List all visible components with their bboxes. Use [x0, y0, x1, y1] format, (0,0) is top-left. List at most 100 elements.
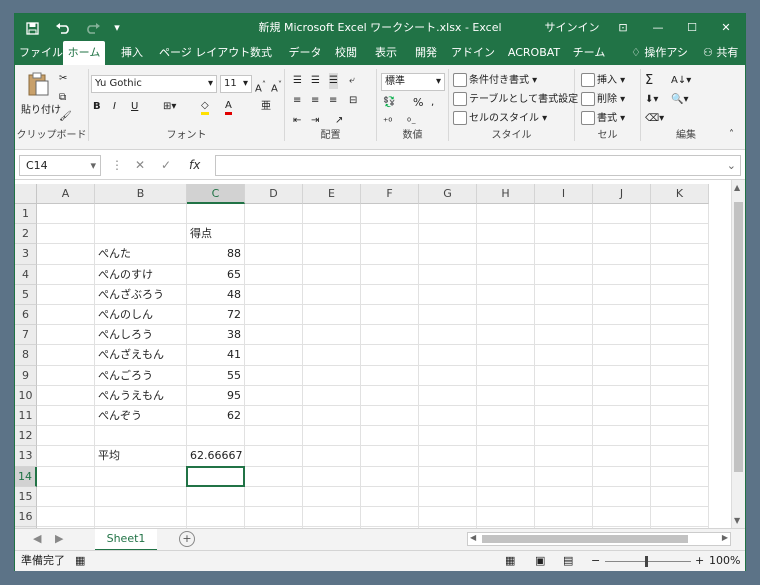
cell-h14[interactable]	[477, 466, 535, 487]
cell-c13[interactable]: 62.66667	[187, 446, 245, 467]
cell-i13[interactable]	[535, 446, 593, 467]
cell-i11[interactable]	[535, 406, 593, 427]
grow-font-icon[interactable]: A˄	[255, 76, 266, 97]
share-button[interactable]: ⚇ 共有	[703, 41, 743, 65]
cell-i14[interactable]	[535, 466, 593, 487]
cell-k11[interactable]	[651, 406, 709, 427]
cell-h13[interactable]	[477, 446, 535, 467]
cell-h6[interactable]	[477, 305, 535, 326]
merge-center-icon[interactable]: ⊟	[349, 93, 357, 109]
align-middle-icon[interactable]: ☰	[311, 73, 320, 89]
cell-h7[interactable]	[477, 325, 535, 346]
cell-b6[interactable]: ぺんのしん	[95, 305, 187, 326]
cell-c16[interactable]	[187, 507, 245, 528]
cut-icon[interactable]: ✂	[59, 71, 67, 87]
cell-j14[interactable]	[593, 466, 651, 487]
align-center-icon[interactable]: ≡	[311, 93, 319, 109]
row-header[interactable]: 14	[15, 466, 37, 487]
sheet-tab-sheet1[interactable]: Sheet1	[95, 529, 157, 551]
cell-g7[interactable]	[419, 325, 477, 346]
tab-developer[interactable]: 開発	[411, 41, 441, 65]
page-layout-view-icon[interactable]: ▣	[535, 551, 545, 571]
cell-c5[interactable]: 48	[187, 284, 245, 305]
cell-a15[interactable]	[37, 486, 95, 507]
cell-d14[interactable]	[245, 466, 303, 487]
ribbon-display-icon[interactable]: ⊡	[611, 14, 635, 41]
tab-formulas[interactable]: 数式	[245, 41, 277, 65]
cell-f3[interactable]	[361, 244, 419, 265]
cell-d12[interactable]	[245, 426, 303, 447]
cell-e8[interactable]	[303, 345, 361, 366]
column-header[interactable]: F	[361, 184, 419, 204]
row-header[interactable]: 8	[15, 345, 37, 366]
macro-record-icon[interactable]: ▦	[75, 551, 85, 571]
cell-d6[interactable]	[245, 305, 303, 326]
close-icon[interactable]: ✕	[709, 14, 743, 41]
align-bottom-icon[interactable]: ☰	[329, 73, 338, 89]
cell-styles-button[interactable]: セルのスタイル ▾	[453, 111, 547, 127]
copy-icon[interactable]: ⧉	[59, 90, 66, 106]
cell-b10[interactable]: ぺんうえもん	[95, 385, 187, 406]
cell-i15[interactable]	[535, 486, 593, 507]
cell-j12[interactable]	[593, 426, 651, 447]
column-header[interactable]: I	[535, 184, 593, 204]
cell-f14[interactable]	[361, 466, 419, 487]
row-header[interactable]: 1	[15, 204, 37, 225]
cell-d2[interactable]	[245, 224, 303, 245]
currency-icon[interactable]: 💱	[383, 95, 395, 111]
clear-icon[interactable]: ⌫▾	[645, 111, 664, 127]
cell-f7[interactable]	[361, 325, 419, 346]
row-header[interactable]: 4	[15, 264, 37, 285]
cell-k10[interactable]	[651, 385, 709, 406]
cell-i6[interactable]	[535, 305, 593, 326]
cell-j4[interactable]	[593, 264, 651, 285]
cancel-icon[interactable]: ✕	[135, 155, 145, 176]
cell-j8[interactable]	[593, 345, 651, 366]
cell-k3[interactable]	[651, 244, 709, 265]
cell-d1[interactable]	[245, 204, 303, 225]
cell-i3[interactable]	[535, 244, 593, 265]
cell-c7[interactable]: 38	[187, 325, 245, 346]
cell-d7[interactable]	[245, 325, 303, 346]
cell-b7[interactable]: ぺんしろう	[95, 325, 187, 346]
zoom-level[interactable]: 100%	[709, 551, 740, 571]
cell-k12[interactable]	[651, 426, 709, 447]
insert-cells-button[interactable]: 挿入 ▾	[581, 73, 625, 89]
scroll-thumb[interactable]	[734, 202, 743, 472]
cell-f11[interactable]	[361, 406, 419, 427]
maximize-icon[interactable]: ☐	[675, 14, 709, 41]
cell-f10[interactable]	[361, 385, 419, 406]
cell-h1[interactable]	[477, 204, 535, 225]
cell-e11[interactable]	[303, 406, 361, 427]
row-header[interactable]: 5	[15, 284, 37, 305]
font-color-icon[interactable]: A	[225, 99, 232, 115]
cell-b14[interactable]	[95, 466, 187, 487]
tab-page-layout[interactable]: ページ レイアウト	[159, 41, 250, 65]
cell-i4[interactable]	[535, 264, 593, 285]
cell-d13[interactable]	[245, 446, 303, 467]
align-left-icon[interactable]: ≡	[293, 93, 301, 109]
horizontal-scrollbar[interactable]: ◀ ▶	[467, 532, 731, 546]
cell-j3[interactable]	[593, 244, 651, 265]
column-header[interactable]: K	[651, 184, 709, 204]
cell-h2[interactable]	[477, 224, 535, 245]
cell-c11[interactable]: 62	[187, 406, 245, 427]
row-header[interactable]: 16	[15, 507, 37, 528]
italic-button[interactable]: I	[113, 99, 116, 115]
sheet-prev-icon[interactable]: ◀	[33, 532, 41, 545]
bold-button[interactable]: B	[93, 99, 101, 115]
cell-d4[interactable]	[245, 264, 303, 285]
cell-f15[interactable]	[361, 486, 419, 507]
borders-icon[interactable]: ⊞▾	[163, 99, 176, 115]
cell-e4[interactable]	[303, 264, 361, 285]
cell-a7[interactable]	[37, 325, 95, 346]
redo-icon[interactable]	[81, 14, 105, 41]
format-painter-icon[interactable]: 🖌	[59, 109, 72, 125]
row-header[interactable]: 11	[15, 406, 37, 427]
cell-d5[interactable]	[245, 284, 303, 305]
cell-h11[interactable]	[477, 406, 535, 427]
cell-k15[interactable]	[651, 486, 709, 507]
paste-button[interactable]: 貼り付け	[21, 71, 61, 119]
cell-e2[interactable]	[303, 224, 361, 245]
save-icon[interactable]	[23, 14, 41, 41]
